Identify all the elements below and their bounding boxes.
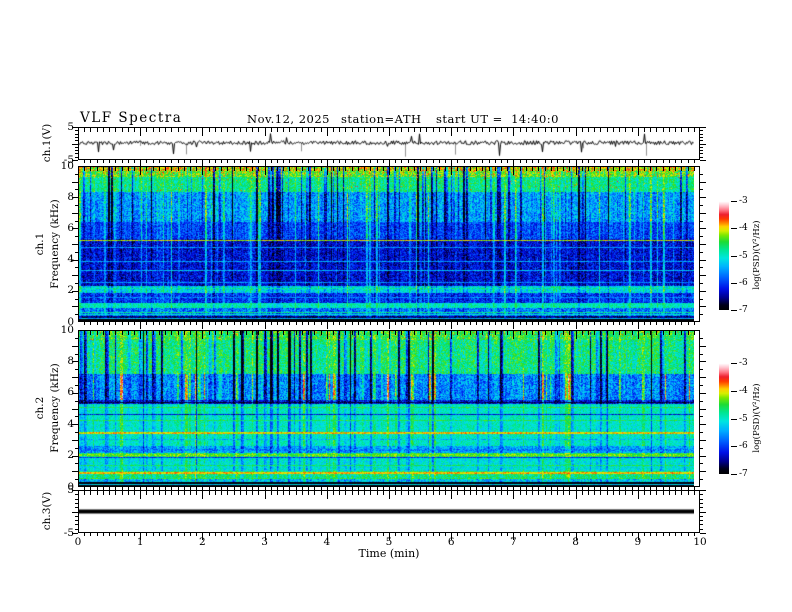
y-tick-label: 4 — [67, 417, 74, 430]
ch3-voltage-axis-label: ch.3(V) — [41, 491, 53, 531]
y-tick-label: 4 — [67, 253, 74, 266]
colorbar-tick-label: -4 — [739, 385, 748, 396]
x-tick-label: 4 — [323, 536, 331, 548]
colorbar-tick-label: -3 — [739, 358, 748, 368]
spec1-channel-label: ch.1 — [34, 232, 46, 256]
ch1-voltage-panel — [78, 127, 700, 160]
colorbar-tick-label: -5 — [739, 413, 748, 424]
y-tick-label: 6 — [67, 221, 74, 234]
x-tick-label: 10 — [693, 536, 707, 548]
y-tick-label: 6 — [67, 386, 74, 399]
colorbar-tick-label: -7 — [739, 305, 748, 315]
x-tick-label: 7 — [510, 536, 517, 548]
page-title: VLF Spectra — [80, 110, 183, 126]
colorbar-tick-label: -6 — [739, 277, 748, 288]
ch1-spectrogram-canvas — [79, 167, 694, 321]
ch1-waveform-canvas — [79, 128, 694, 159]
ch2-spectrogram-canvas — [79, 331, 694, 486]
y-tick-label: 8 — [67, 190, 74, 203]
colorbar-tick-label: -3 — [739, 196, 748, 206]
colorbar-tick-label: -7 — [739, 469, 748, 479]
y-tick-label: 5 — [67, 120, 74, 133]
colorbar-tick-label: -5 — [739, 250, 748, 261]
x-tick-label: 9 — [634, 536, 642, 548]
ch2-spectrogram-panel — [78, 330, 700, 487]
x-tick-label: 2 — [199, 536, 206, 548]
y-tick-label: 10 — [60, 323, 74, 336]
x-tick-label: 1 — [136, 536, 144, 548]
x-tick-label: 8 — [572, 536, 579, 548]
spec2-channel-label: ch.2 — [34, 396, 46, 420]
y-tick-label: 2 — [67, 284, 74, 297]
colorbar-tick-label: -6 — [739, 441, 748, 452]
header-start-ut: start UT = 14:40:0 — [436, 112, 559, 126]
colorbar-spec2 — [719, 363, 729, 474]
y-tick-label: 10 — [60, 159, 74, 172]
x-axis-title: Time (min) — [358, 547, 420, 560]
y-tick-label: 2 — [67, 449, 74, 462]
header-station: station=ATH — [341, 112, 422, 126]
x-tick-label: 3 — [261, 536, 268, 548]
header-date: Nov.12, 2025 — [247, 112, 330, 126]
spec1-frequency-label: Frequency (kHz) — [49, 199, 61, 289]
x-tick-label: 6 — [447, 536, 455, 548]
ch3-waveform-canvas — [79, 491, 694, 532]
colorbar-tick-label: -4 — [739, 223, 748, 234]
colorbar-spec1 — [719, 201, 729, 310]
ch3-voltage-panel — [78, 490, 700, 533]
x-tick-label: 5 — [385, 536, 393, 548]
ch1-spectrogram-panel — [78, 166, 700, 322]
spec2-frequency-label: Frequency (kHz) — [49, 363, 61, 453]
vlf-spectra-plot: VLF Spectra Nov.12, 2025 station=ATH sta… — [0, 0, 792, 612]
y-tick-label: 8 — [67, 354, 74, 367]
y-tick-label: -5 — [63, 526, 74, 539]
y-tick-label: 5 — [67, 483, 74, 496]
